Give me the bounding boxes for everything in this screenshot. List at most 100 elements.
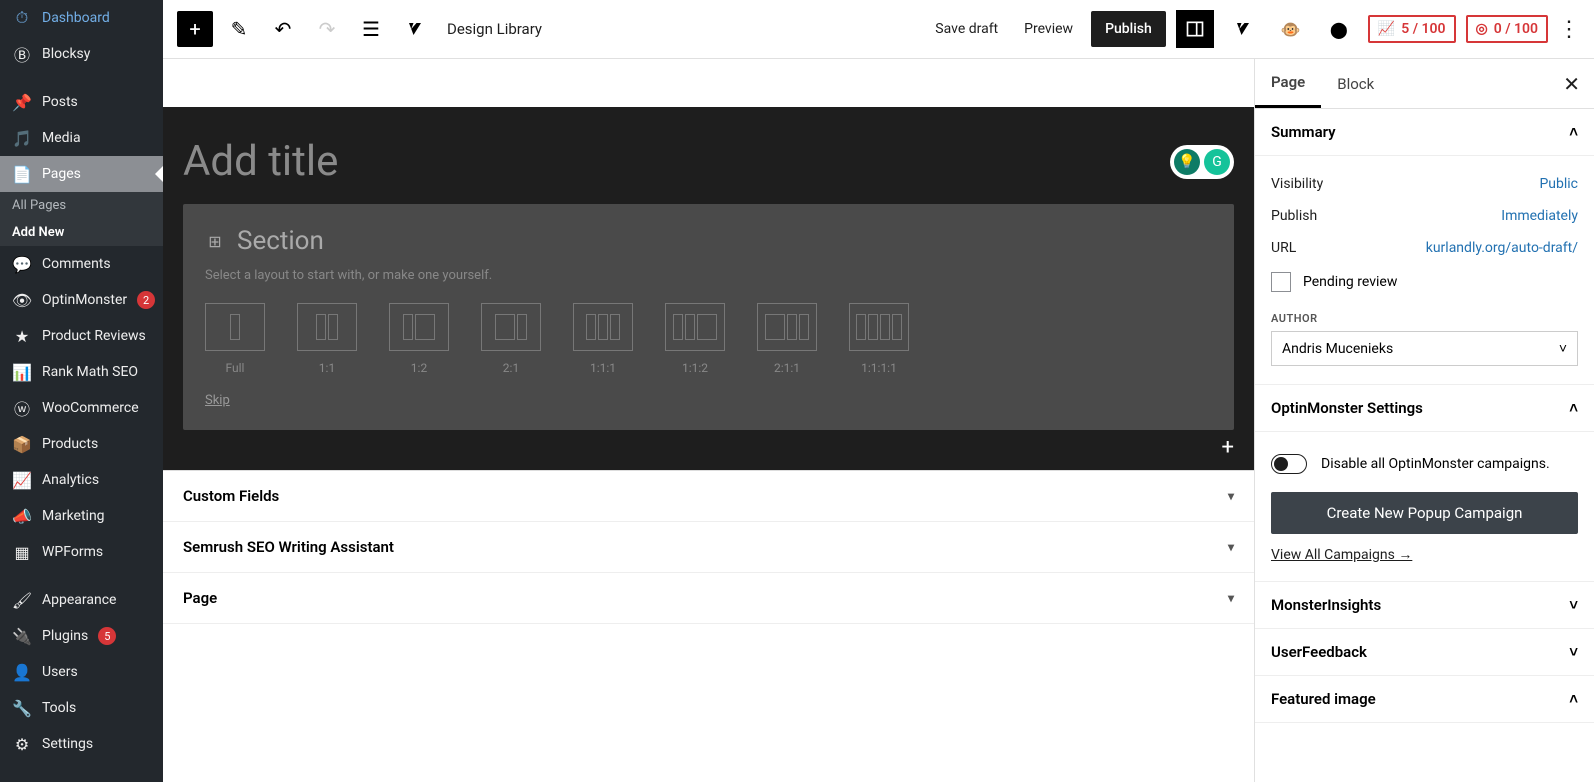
visibility-value[interactable]: Public bbox=[1539, 176, 1578, 192]
summary-header[interactable]: Summary ˄ bbox=[1255, 109, 1594, 156]
sidebar-item-posts[interactable]: 📌Posts bbox=[0, 84, 163, 120]
layout-option-1-1[interactable]: 1:1 bbox=[297, 303, 357, 375]
settings-panel-toggle[interactable] bbox=[1176, 10, 1214, 48]
preview-button[interactable]: Preview bbox=[1016, 15, 1081, 43]
layout-option-1-1-1-1[interactable]: 1:1:1:1 bbox=[849, 303, 909, 375]
publish-value[interactable]: Immediately bbox=[1501, 208, 1578, 224]
sidebar-item-optinmonster[interactable]: 👁OptinMonster2 bbox=[0, 282, 163, 318]
sidebar-item-comments[interactable]: 💬Comments bbox=[0, 246, 163, 282]
pending-review-checkbox[interactable] bbox=[1271, 272, 1291, 292]
meta-panel-custom-fields[interactable]: Custom Fields▾ bbox=[163, 471, 1254, 522]
meta-panel-page[interactable]: Page▾ bbox=[163, 573, 1254, 624]
add-block-button[interactable]: + bbox=[177, 11, 213, 47]
sidebar-item-label: Products bbox=[42, 436, 98, 452]
seo-score-2[interactable]: ◎0 / 100 bbox=[1466, 15, 1549, 43]
layout-option-2-1-1[interactable]: 2:1:1 bbox=[757, 303, 817, 375]
tab-page[interactable]: Page bbox=[1255, 59, 1321, 108]
optin-icon: 👁 bbox=[12, 290, 32, 310]
sidebar-item-marketing[interactable]: 📣Marketing bbox=[0, 498, 163, 534]
sidebar-item-users[interactable]: 👤Users bbox=[0, 654, 163, 690]
create-popup-button[interactable]: Create New Popup Campaign bbox=[1271, 492, 1578, 534]
layout-option-Full[interactable]: Full bbox=[205, 303, 265, 375]
skip-link[interactable]: Skip bbox=[205, 393, 230, 408]
sidebar-item-label: Appearance bbox=[42, 592, 116, 608]
redo-button[interactable]: ↷ bbox=[309, 11, 345, 47]
publish-label: Publish bbox=[1271, 208, 1317, 224]
sidebar-sub-all-pages[interactable]: All Pages bbox=[0, 192, 163, 219]
panel-monsterinsights[interactable]: MonsterInsights˅ bbox=[1255, 582, 1594, 629]
grammarly-icon[interactable]: G bbox=[1204, 149, 1230, 175]
url-value[interactable]: kurlandly.org/auto-draft/ bbox=[1426, 240, 1578, 256]
users-icon: 👤 bbox=[12, 662, 32, 682]
sidebar-item-label: Blocksy bbox=[42, 46, 90, 62]
sidebar-item-label: Rank Math SEO bbox=[42, 364, 138, 380]
sidebar-item-analytics[interactable]: 📈Analytics bbox=[0, 462, 163, 498]
optinmonster-header[interactable]: OptinMonster Settings ˄ bbox=[1255, 385, 1594, 432]
page-title-input[interactable]: Add title bbox=[183, 137, 338, 186]
sidebar-item-label: WPForms bbox=[42, 544, 103, 560]
chevron-down-icon: ˅ bbox=[1559, 340, 1567, 357]
target-icon: ◎ bbox=[1476, 21, 1488, 37]
edit-icon[interactable]: ✎ bbox=[221, 11, 257, 47]
settings-icon: ⚙ bbox=[12, 734, 32, 754]
design-library-icon[interactable] bbox=[397, 11, 433, 47]
layout-label: 1:1:1:1 bbox=[861, 361, 897, 375]
meta-panel-semrush-seo-writing-assistant[interactable]: Semrush SEO Writing Assistant▾ bbox=[163, 522, 1254, 573]
close-sidebar-button[interactable]: ✕ bbox=[1549, 72, 1594, 96]
dashboard-icon: ⏱ bbox=[12, 8, 32, 28]
layout-option-1-2[interactable]: 1:2 bbox=[389, 303, 449, 375]
pin-icon: 📌 bbox=[12, 92, 32, 112]
tools-icon: 🔧 bbox=[12, 698, 32, 718]
view-all-campaigns-link[interactable]: View All Campaigns → bbox=[1271, 546, 1412, 563]
layout-option-2-1[interactable]: 2:1 bbox=[481, 303, 541, 375]
layout-label: 2:1 bbox=[503, 361, 519, 375]
panel-userfeedback[interactable]: UserFeedback˅ bbox=[1255, 629, 1594, 676]
sidebar-sub-add-new[interactable]: Add New bbox=[0, 219, 163, 246]
sidebar-item-woocommerce[interactable]: ⓦWooCommerce bbox=[0, 390, 163, 426]
rank-icon: 📊 bbox=[12, 362, 32, 382]
sidebar-item-wpforms[interactable]: ▦ WPForms bbox=[0, 534, 163, 570]
sidebar-item-product-reviews[interactable]: ★Product Reviews bbox=[0, 318, 163, 354]
wpforms-icon: ▦ bbox=[12, 542, 32, 562]
plugin-icon-3[interactable]: ⬤ bbox=[1320, 10, 1358, 48]
sidebar-item-media[interactable]: 🎵Media bbox=[0, 120, 163, 156]
assistant-badges: 💡 G bbox=[1170, 145, 1234, 179]
section-block: ⊞ Section Select a layout to start with,… bbox=[183, 204, 1234, 430]
tab-block[interactable]: Block bbox=[1321, 61, 1390, 107]
author-select[interactable]: Andris Mucenieks˅ bbox=[1271, 331, 1578, 366]
sidebar-item-tools[interactable]: 🔧Tools bbox=[0, 690, 163, 726]
save-draft-button[interactable]: Save draft bbox=[927, 15, 1006, 43]
sidebar-item-plugins[interactable]: 🔌Plugins5 bbox=[0, 618, 163, 654]
sidebar-item-rank-math-seo[interactable]: 📊 Rank Math SEO bbox=[0, 354, 163, 390]
layout-option-1-1-1[interactable]: 1:1:1 bbox=[573, 303, 633, 375]
badge-count: 5 bbox=[98, 627, 116, 645]
chevron-down-icon: ˅ bbox=[1569, 643, 1578, 661]
sidebar-item-products[interactable]: 📦 Products bbox=[0, 426, 163, 462]
outline-button[interactable]: ☰ bbox=[353, 11, 389, 47]
publish-button[interactable]: Publish bbox=[1091, 11, 1166, 47]
panel-featured-image[interactable]: Featured image˄ bbox=[1255, 676, 1594, 723]
seo-score-1[interactable]: 📈5 / 100 bbox=[1368, 15, 1456, 43]
disable-campaigns-toggle[interactable] bbox=[1271, 454, 1307, 474]
badge-count: 2 bbox=[137, 291, 155, 309]
plugin-icon-2[interactable]: 🐵 bbox=[1272, 10, 1310, 48]
sidebar-item-settings[interactable]: ⚙Settings bbox=[0, 726, 163, 762]
layout-label: Full bbox=[226, 361, 245, 375]
chevron-up-icon: ˄ bbox=[1569, 123, 1578, 141]
more-menu[interactable]: ⋮ bbox=[1558, 17, 1580, 42]
layout-option-1-1-2[interactable]: 1:1:2 bbox=[665, 303, 725, 375]
sidebar-item-blocksy[interactable]: ⒷBlocksy bbox=[0, 36, 163, 72]
idea-icon[interactable]: 💡 bbox=[1174, 149, 1200, 175]
section-hint: Select a layout to start with, or make o… bbox=[205, 268, 1212, 283]
sidebar-item-pages[interactable]: 📄Pages bbox=[0, 156, 163, 192]
plugins-icon: 🔌 bbox=[12, 626, 32, 646]
products-icon: 📦 bbox=[12, 434, 32, 454]
append-block-button[interactable]: + bbox=[1222, 435, 1234, 460]
design-library-link[interactable]: Design Library bbox=[447, 20, 542, 38]
sidebar-item-appearance[interactable]: 🖌Appearance bbox=[0, 582, 163, 618]
plugin-icon-1[interactable] bbox=[1224, 10, 1262, 48]
layout-label: 1:1:2 bbox=[682, 361, 708, 375]
sidebar-item-dashboard[interactable]: ⏱Dashboard bbox=[0, 0, 163, 36]
chart-icon: 📈 bbox=[1378, 21, 1395, 37]
undo-button[interactable]: ↶ bbox=[265, 11, 301, 47]
